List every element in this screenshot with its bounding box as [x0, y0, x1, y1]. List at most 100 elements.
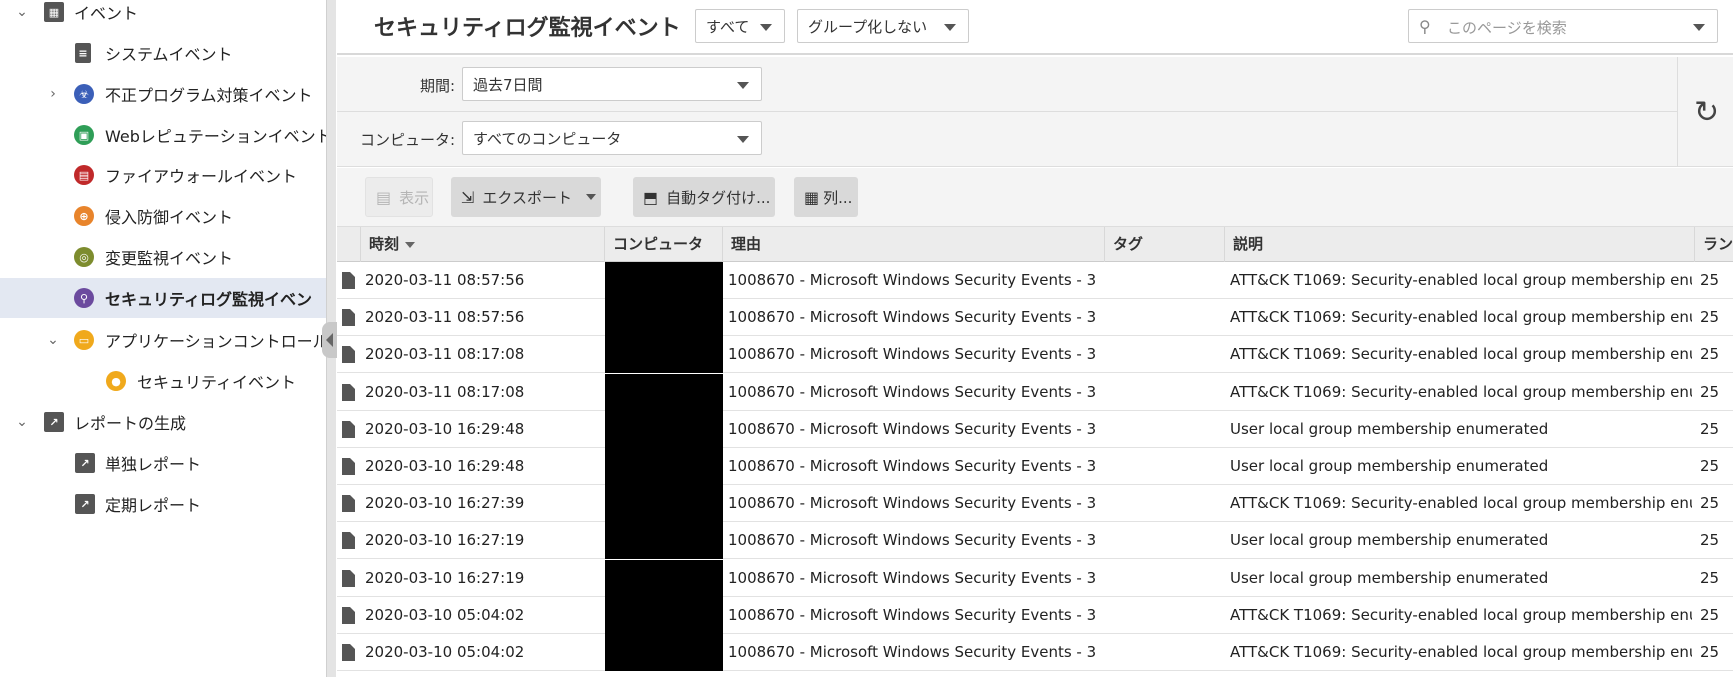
reason-cell: 1008670 - Microsoft Windows Security Eve…: [728, 457, 1097, 475]
time-cell: 2020-03-11 08:17:08: [365, 382, 525, 401]
sidebar-item-label: アプリケーションコントロール: [105, 332, 326, 351]
rank-cell: 25: [1700, 419, 1720, 438]
scheduled-report-icon: ↗: [75, 494, 95, 514]
table-row[interactable]: 2020-03-11 08:57:56 1008670 - Microsoft W…: [337, 262, 1733, 299]
sidebar-item-generate-reports[interactable]: ⌄ ↗ レポートの生成: [0, 402, 326, 442]
period-dropdown[interactable]: 過去7日間: [462, 67, 762, 101]
computer-dropdown[interactable]: すべてのコンピュータ: [462, 121, 762, 155]
computer-cell-redacted: [605, 522, 723, 560]
table-row[interactable]: 2020-03-10 16:27:19 1008670 - Microsoft W…: [337, 559, 1733, 597]
web-reputation-icon: ▣: [74, 125, 94, 145]
grouping-dropdown[interactable]: グループ化しない: [797, 9, 969, 43]
columns-label: 列...: [823, 188, 853, 207]
sidebar-item-web-reputation-events[interactable]: ▣ Webレピュテーションイベント: [0, 115, 326, 155]
rank-cell: 25: [1700, 643, 1720, 661]
chevron-down-icon[interactable]: ⌄: [12, 412, 32, 432]
rank-cell: 25: [1700, 568, 1720, 587]
computer-cell-redacted: [605, 596, 723, 634]
reason-cell: 1008670 - Microsoft Windows Security Eve…: [728, 419, 1097, 438]
reason-cell: 1008670 - Microsoft Windows Security Eve…: [728, 605, 1097, 624]
header-icon-column: [337, 227, 361, 262]
view-label: 表示: [399, 188, 430, 207]
computer-cell-redacted: [605, 410, 723, 448]
sidebar-item-application-control[interactable]: ⌄ ▭ アプリケーションコントロール: [0, 320, 326, 360]
document-icon: [342, 309, 355, 327]
description-cell: ATT&CK T1069: Security-enabled local gro…: [1230, 345, 1692, 364]
chevron-down-icon[interactable]: ⌄: [43, 330, 63, 350]
table-row[interactable]: 2020-03-10 16:29:48 1008670 - Microsoft W…: [337, 448, 1733, 485]
sidebar-item-firewall-events[interactable]: ▤ ファイアウォールイベント: [0, 155, 326, 195]
column-header-time[interactable]: 時刻: [361, 227, 605, 262]
integrity-monitor-icon: ◎: [74, 247, 94, 267]
computer-cell-redacted: [605, 373, 723, 411]
time-cell: 2020-03-10 16:27:39: [365, 494, 525, 513]
sidebar-item-single-report[interactable]: ↗ 単独レポート: [0, 443, 326, 483]
rank-cell: 25: [1700, 531, 1720, 550]
sidebar-item-anti-malware-events[interactable]: › ☣ 不正プログラム対策イベント: [0, 74, 326, 114]
auto-tag-button[interactable]: ⬒ 自動タグ付け...: [633, 177, 775, 217]
reason-cell: 1008670 - Microsoft Windows Security Eve…: [728, 531, 1097, 550]
sidebar-item-label: イベント: [74, 4, 139, 23]
table-row[interactable]: 2020-03-10 16:27:19 1008670 - Microsoft W…: [337, 522, 1733, 560]
table-row[interactable]: 2020-03-10 16:27:39 1008670 - Microsoft W…: [337, 485, 1733, 523]
sidebar-item-label: セキュリティログ監視イベン: [105, 290, 313, 309]
sidebar-item-log-inspection-events[interactable]: ⚲ セキュリティログ監視イベン: [0, 278, 326, 318]
time-cell: 2020-03-11 08:17:08: [365, 345, 525, 364]
sidebar-item-integrity-monitoring-events[interactable]: ◎ 変更監視イベント: [0, 237, 326, 277]
reason-cell: 1008670 - Microsoft Windows Security Eve…: [728, 345, 1097, 364]
table-row[interactable]: 2020-03-10 05:04:02 1008670 - Microsoft W…: [337, 596, 1733, 634]
table-row[interactable]: 2020-03-11 08:17:08 1008670 - Microsoft W…: [337, 373, 1733, 411]
table-row[interactable]: 2020-03-11 08:57:56 1008670 - Microsoft W…: [337, 299, 1733, 337]
search-icon: ⚲: [1419, 17, 1431, 36]
event-filter-dropdown[interactable]: すべて: [695, 9, 785, 43]
time-cell: 2020-03-11 08:57:56: [365, 308, 525, 327]
tag-cell: [1113, 597, 1223, 634]
sidebar-item-label: ファイアウォールイベント: [105, 167, 298, 186]
caret-down-icon: [760, 24, 772, 31]
collapse-sidebar-button[interactable]: [322, 322, 338, 358]
computer-cell-redacted: [605, 634, 723, 671]
column-header-rank[interactable]: ラン: [1695, 227, 1733, 262]
time-cell: 2020-03-10 16:29:48: [365, 419, 525, 438]
chevron-down-icon[interactable]: ⌄: [12, 2, 32, 22]
description-cell: User local group membership enumerated: [1230, 568, 1549, 587]
sidebar-item-security-events[interactable]: ● セキュリティイベント: [0, 361, 326, 401]
document-icon: [342, 532, 355, 550]
auto-tag-label: 自動タグ付け...: [666, 188, 771, 207]
description-cell: ATT&CK T1069: Security-enabled local gro…: [1230, 382, 1692, 401]
chevron-right-icon[interactable]: ›: [43, 84, 63, 104]
caret-down-icon[interactable]: [1693, 24, 1705, 31]
sidebar-item-label: Webレピュテーションイベント: [105, 127, 326, 146]
column-header-description[interactable]: 説明: [1225, 227, 1695, 262]
rank-cell: 25: [1700, 308, 1720, 327]
columns-button[interactable]: ▦ 列...: [794, 177, 858, 217]
description-cell: User local group membership enumerated: [1230, 457, 1549, 475]
export-button[interactable]: ⇲ エクスポート: [451, 177, 601, 217]
reason-cell: 1008670 - Microsoft Windows Security Eve…: [728, 494, 1097, 513]
sidebar-item-label: 変更監視イベント: [105, 249, 234, 268]
tag-cell: [1113, 634, 1223, 671]
search-input[interactable]: ⚲ このページを検索: [1408, 9, 1718, 43]
table-row[interactable]: 2020-03-10 16:29:48 1008670 - Microsoft W…: [337, 410, 1733, 448]
table-row[interactable]: 2020-03-10 05:04:02 1008670 - Microsoft W…: [337, 634, 1733, 671]
time-cell: 2020-03-10 16:27:19: [365, 568, 525, 587]
search-placeholder: このページを検索: [1447, 19, 1567, 37]
table-row[interactable]: 2020-03-11 08:17:08 1008670 - Microsoft W…: [337, 336, 1733, 374]
tag-cell: [1113, 374, 1223, 411]
refresh-icon[interactable]: ↻: [1694, 95, 1719, 130]
column-header-computer[interactable]: コンピュータ: [605, 227, 723, 262]
tag-cell: [1113, 262, 1223, 299]
view-button[interactable]: ▤ 表示: [365, 177, 433, 217]
column-header-reason[interactable]: 理由: [723, 227, 1105, 262]
sidebar-item-label: システムイベント: [105, 45, 233, 64]
tag-cell: [1113, 411, 1223, 448]
column-header-tag[interactable]: タグ: [1105, 227, 1225, 262]
sidebar-item-intrusion-prevention-events[interactable]: ⊕ 侵入防御イベント: [0, 196, 326, 236]
sidebar-item-scheduled-report[interactable]: ↗ 定期レポート: [0, 484, 326, 524]
sidebar-item-system-events[interactable]: ≡ システムイベント: [0, 33, 326, 73]
rank-cell: 25: [1700, 605, 1720, 624]
sidebar-item-events[interactable]: ⌄ ▦ イベント: [0, 0, 326, 32]
computer-cell-redacted: [605, 262, 723, 299]
sidebar-item-label: 定期レポート: [105, 496, 202, 515]
tag-cell: [1113, 560, 1223, 597]
